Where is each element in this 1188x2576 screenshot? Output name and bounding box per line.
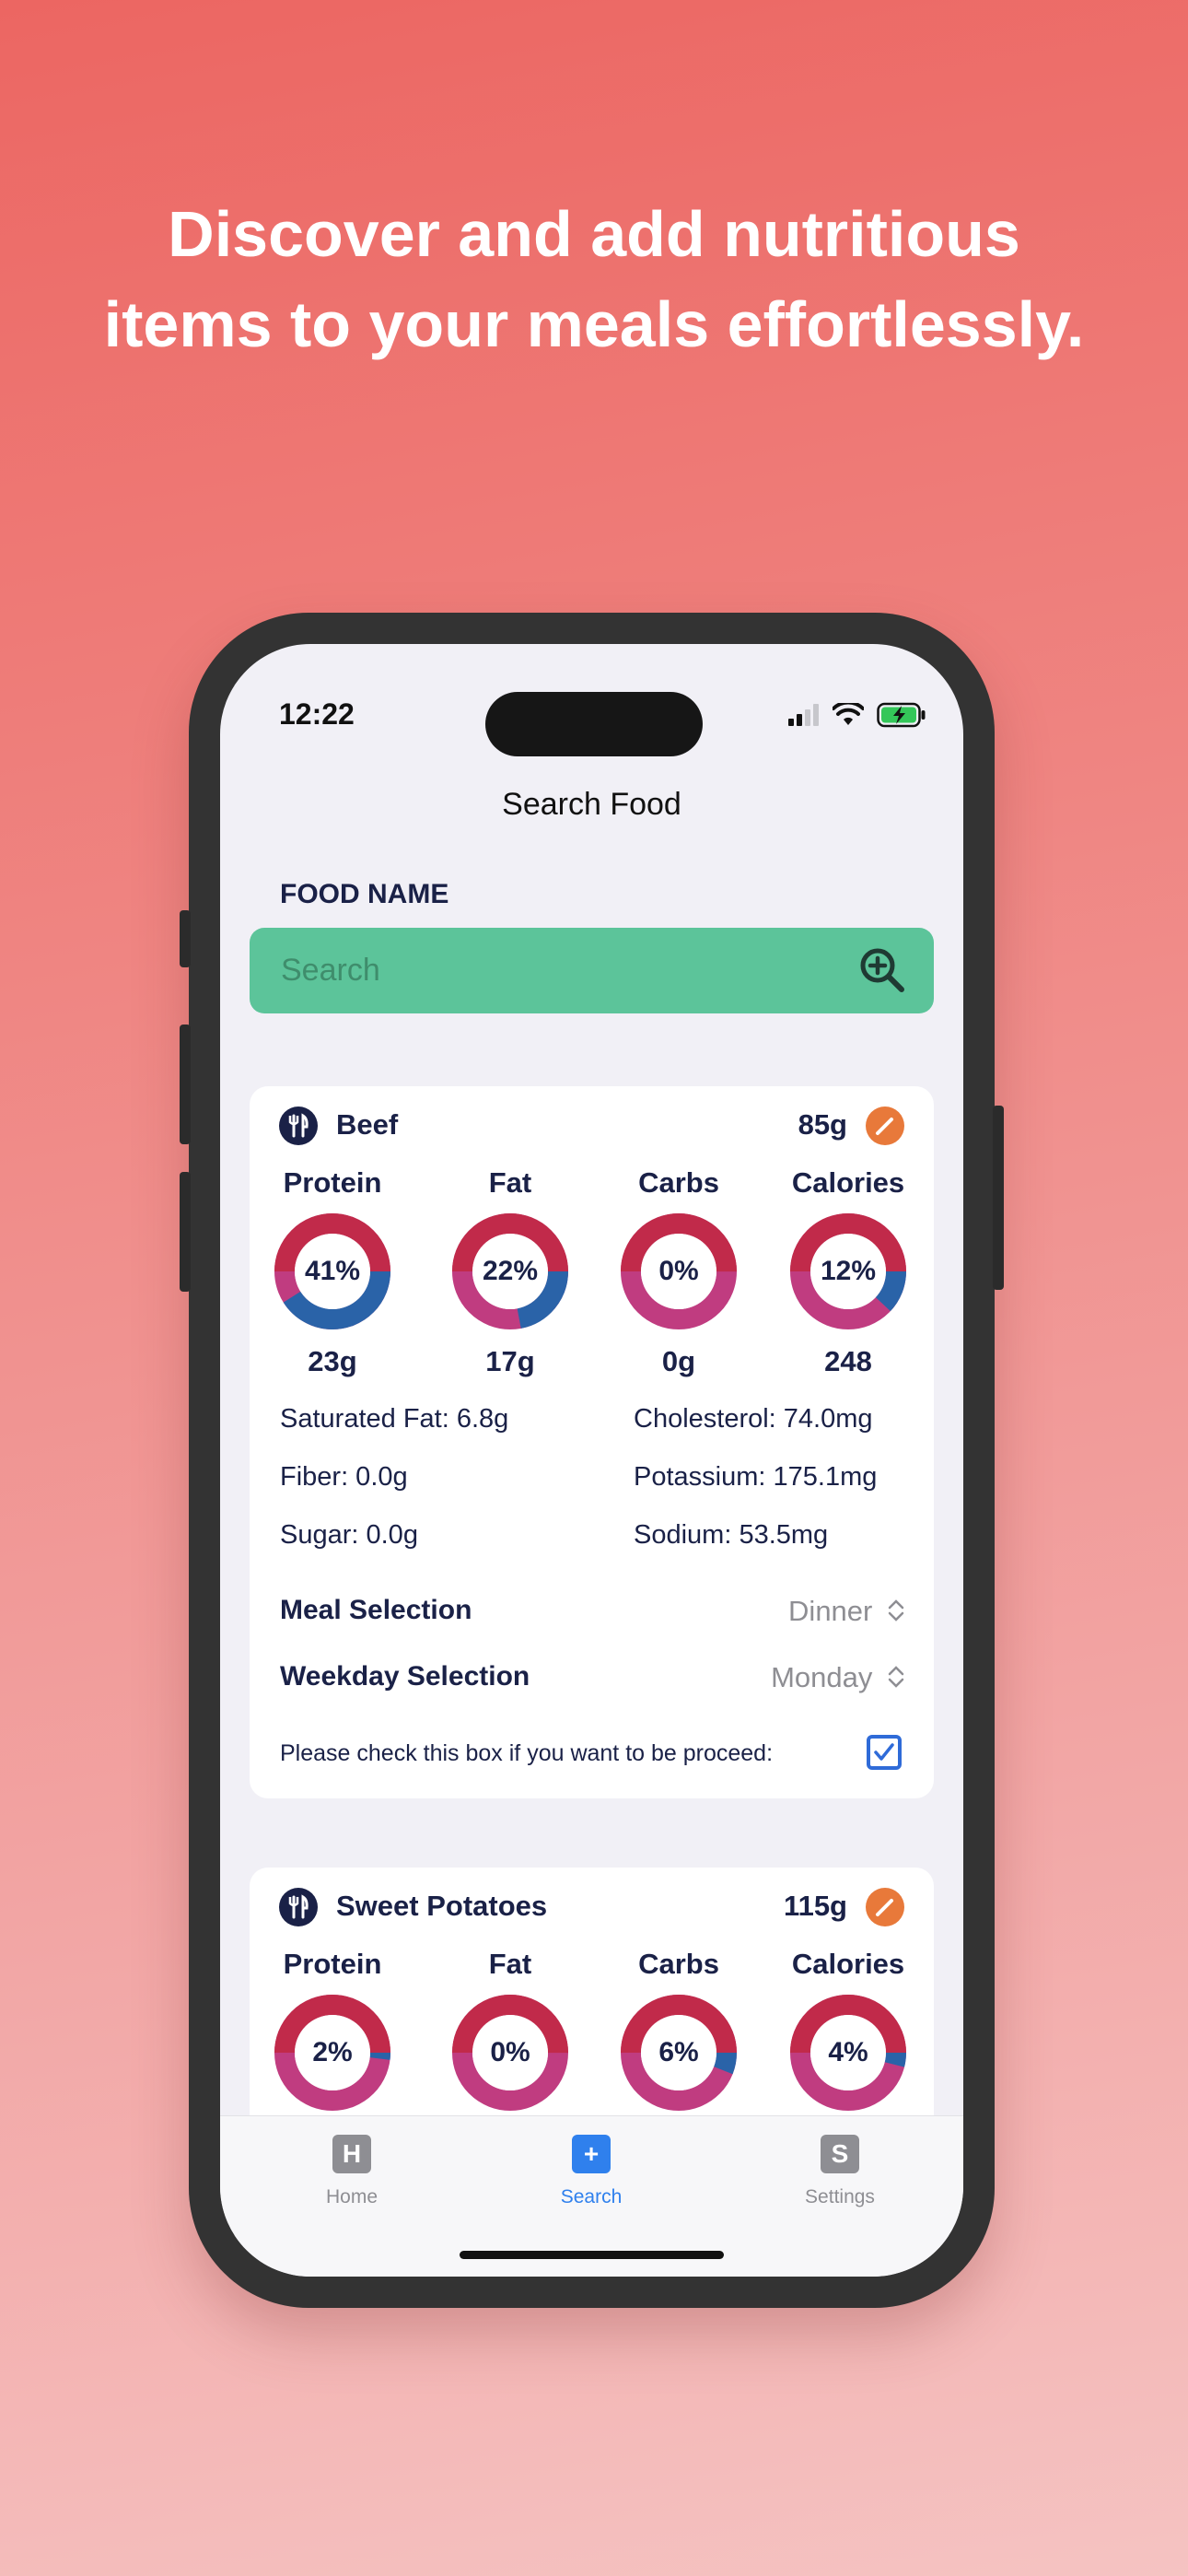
- calories-percent: 4%: [828, 2037, 868, 2067]
- tab-home[interactable]: H Home: [287, 2135, 416, 2208]
- fat-percent: 0%: [490, 2037, 530, 2067]
- macro-label-fat: Fat: [488, 1166, 532, 1199]
- fat-percent: 22%: [482, 1256, 539, 1286]
- volume-up-button: [180, 1025, 191, 1144]
- zoom-in-search-icon[interactable]: [858, 946, 906, 994]
- checkmark-icon: [874, 1743, 894, 1761]
- tab-home-label: Home: [325, 2186, 379, 2207]
- headline-line-1: Discover and add nutritious: [168, 198, 1020, 270]
- carbs-percent: 6%: [658, 2037, 699, 2067]
- sugar-value: Sugar: 0.0g: [280, 1520, 418, 1550]
- page-title: Search Food: [502, 787, 681, 822]
- proceed-checkbox[interactable]: [867, 1735, 902, 1770]
- food-weight: 115g: [784, 1890, 847, 1922]
- food-name: Sweet Potatoes: [336, 1890, 548, 1922]
- calories-amount: 248: [824, 1345, 872, 1377]
- protein-donut-chart: 2%: [272, 1992, 393, 2113]
- weekday-selection-picker[interactable]: Monday: [771, 1661, 906, 1694]
- protein-percent: 41%: [304, 1256, 361, 1286]
- status-time: 12:22: [279, 697, 355, 731]
- calories-donut-chart: 4%: [787, 1992, 909, 2113]
- fork-knife-icon: [279, 1888, 318, 1926]
- macro-label-calories: Calories: [791, 1166, 905, 1199]
- weekday-selection-label: Weekday Selection: [280, 1661, 530, 1692]
- macro-label-carbs: Carbs: [638, 1948, 719, 1980]
- weekday-selection-value: Monday: [771, 1661, 873, 1693]
- headline-line-2: items to your meals effortlessly.: [103, 288, 1085, 360]
- fat-donut-chart: 0%: [449, 1992, 571, 2113]
- fork-knife-icon: [279, 1107, 318, 1145]
- volume-down-button: [180, 1172, 191, 1292]
- protein-amount: 23g: [308, 1345, 357, 1377]
- protein-percent: 2%: [312, 2037, 353, 2067]
- cellular-signal-icon: [788, 704, 819, 726]
- macro-calories: Calories 12% 248: [784, 1165, 913, 1378]
- tab-settings-label: Settings: [805, 2186, 875, 2207]
- food-weight: 85g: [798, 1108, 847, 1141]
- meal-selection-value: Dinner: [788, 1595, 873, 1627]
- wifi-icon: [833, 703, 864, 725]
- macro-carbs: Carbs 0% 0g: [614, 1165, 743, 1378]
- settings-tab-icon: S: [821, 2135, 859, 2173]
- macro-label-protein: Protein: [283, 1166, 382, 1199]
- headline: Discover and add nutritious items to you…: [0, 189, 1188, 369]
- dynamic-island: [485, 692, 703, 756]
- home-indicator: [460, 2251, 724, 2259]
- macro-label-protein: Protein: [283, 1948, 382, 1980]
- search-bar: [250, 928, 934, 1013]
- calories-donut-chart: 12%: [787, 1211, 909, 1332]
- food-name: Beef: [336, 1108, 399, 1141]
- calories-percent: 12%: [820, 1256, 877, 1286]
- phone-screen: 12:22 Search Food FOOD NAME Search Beef …: [220, 644, 963, 2277]
- tab-search[interactable]: + Search: [527, 2135, 656, 2208]
- home-tab-icon: H: [332, 2135, 371, 2173]
- macro-protein: Protein 41% 23g: [268, 1165, 397, 1378]
- search-input[interactable]: [250, 928, 839, 1013]
- food-card-header: Sweet Potatoes 115g: [279, 1886, 904, 1930]
- carbs-amount: 0g: [661, 1345, 696, 1377]
- meal-selection-picker[interactable]: Dinner: [788, 1595, 906, 1628]
- food-card-header: Beef 85g: [279, 1105, 904, 1149]
- edit-pencil-icon[interactable]: [866, 1107, 904, 1145]
- proceed-instruction: Please check this box if you want to be …: [280, 1740, 774, 1766]
- macro-label-carbs: Carbs: [638, 1166, 719, 1199]
- search-tab-plus-icon: +: [572, 2135, 611, 2173]
- carbs-donut-chart: 0%: [618, 1211, 740, 1332]
- phone-frame: 12:22 Search Food FOOD NAME Search Beef …: [180, 613, 1004, 2308]
- saturated-fat-value: Saturated Fat: 6.8g: [280, 1404, 509, 1434]
- carbs-donut-chart: 6%: [618, 1992, 740, 2113]
- battery-charging-icon: [877, 702, 926, 728]
- carbs-percent: 0%: [658, 1256, 699, 1286]
- up-down-chevron-icon: [888, 1666, 904, 1688]
- macro-label-calories: Calories: [791, 1948, 905, 1980]
- edit-pencil-icon[interactable]: [866, 1888, 904, 1926]
- action-button: [180, 910, 191, 967]
- tab-search-label: Search: [560, 2186, 623, 2207]
- food-card-beef[interactable]: Beef 85g Protein 41% 23g Fat 22% 17g Car…: [250, 1086, 934, 1798]
- fat-donut-chart: 22%: [449, 1211, 571, 1332]
- macro-fat: Fat 22% 17g: [446, 1165, 575, 1378]
- meal-selection-label: Meal Selection: [280, 1595, 472, 1625]
- macro-label-fat: Fat: [488, 1948, 532, 1980]
- status-icons: [788, 701, 926, 729]
- food-name-section-label: FOOD NAME: [280, 879, 449, 909]
- sodium-value: Sodium: 53.5mg: [634, 1520, 829, 1550]
- potassium-value: Potassium: 175.1mg: [634, 1462, 878, 1492]
- power-button: [993, 1106, 1004, 1290]
- protein-donut-chart: 41%: [272, 1211, 393, 1332]
- cholesterol-value: Cholesterol: 74.0mg: [634, 1404, 873, 1434]
- fat-amount: 17g: [485, 1345, 535, 1377]
- tab-settings[interactable]: S Settings: [775, 2135, 904, 2208]
- fiber-value: Fiber: 0.0g: [280, 1462, 408, 1492]
- up-down-chevron-icon: [888, 1599, 904, 1622]
